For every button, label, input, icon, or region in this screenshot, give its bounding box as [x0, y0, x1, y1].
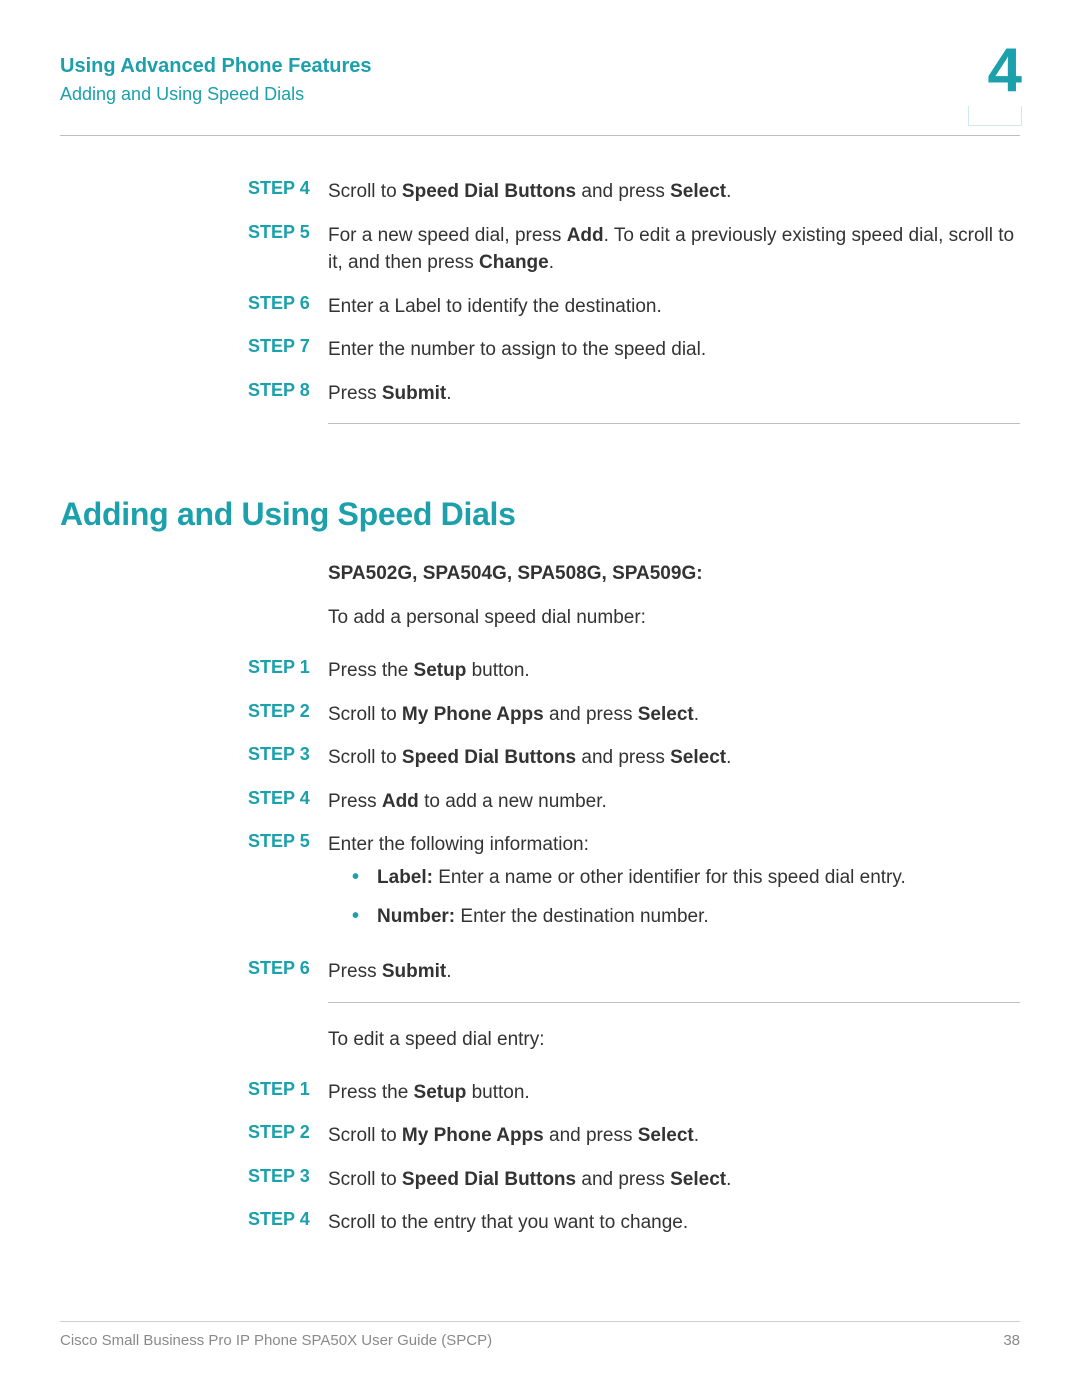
step-text: Press Submit.	[328, 380, 1020, 408]
step-row: STEP 1Press the Setup button.	[248, 657, 1020, 685]
step-list-add: STEP 1Press the Setup button.STEP 2Scrol…	[248, 657, 1020, 985]
bullet-icon: •	[352, 865, 359, 889]
step-label: STEP 1	[248, 657, 328, 685]
step-label: STEP 3	[248, 744, 328, 772]
chapter-title: Using Advanced Phone Features	[60, 55, 1020, 78]
step-row: STEP 1Press the Setup button.	[248, 1079, 1020, 1107]
step-text: Press Add to add a new number.	[328, 788, 1020, 816]
step-label: STEP 5	[248, 831, 328, 942]
step-row: STEP 6Enter a Label to identify the dest…	[248, 293, 1020, 321]
step-text: Scroll to My Phone Apps and press Select…	[328, 1122, 1020, 1150]
step-label: STEP 2	[248, 701, 328, 729]
chapter-decoration	[968, 106, 1022, 126]
step-row: STEP 2Scroll to My Phone Apps and press …	[248, 701, 1020, 729]
step-row: STEP 4Press Add to add a new number.	[248, 788, 1020, 816]
step-text: Press Submit.	[328, 958, 1020, 986]
step-row: STEP 5For a new speed dial, press Add. T…	[248, 222, 1020, 277]
bullet-list: • Label: Enter a name or other identifier…	[352, 865, 1020, 930]
step-label: STEP 4	[248, 788, 328, 816]
intro-add: To add a personal speed dial number:	[328, 607, 1020, 629]
step-text: Scroll to Speed Dial Buttons and press S…	[328, 1166, 1020, 1194]
step-label: STEP 4	[248, 178, 328, 206]
chapter-number: 4	[988, 40, 1022, 102]
step-row: STEP 8Press Submit.	[248, 380, 1020, 408]
step-text: Scroll to the entry that you want to cha…	[328, 1209, 1020, 1237]
step-row: STEP 4Scroll to the entry that you want …	[248, 1209, 1020, 1237]
footer-left: Cisco Small Business Pro IP Phone SPA50X…	[60, 1332, 492, 1349]
step-row: STEP 5Enter the following information:•L…	[248, 831, 1020, 942]
step-text: Scroll to Speed Dial Buttons and press S…	[328, 178, 1020, 206]
page-number: 38	[1003, 1332, 1020, 1349]
step-text: Enter a Label to identify the destinatio…	[328, 293, 1020, 321]
step-row: STEP 2Scroll to My Phone Apps and press …	[248, 1122, 1020, 1150]
bullet-text: Label: Enter a name or other identifier …	[377, 865, 906, 892]
bullet-text: Number: Enter the destination number.	[377, 904, 709, 931]
step-label: STEP 7	[248, 336, 328, 364]
step-text: Scroll to Speed Dial Buttons and press S…	[328, 744, 1020, 772]
step-row: STEP 7Enter the number to assign to the …	[248, 336, 1020, 364]
step-list-top: STEP 4Scroll to Speed Dial Buttons and p…	[248, 178, 1020, 407]
step-label: STEP 1	[248, 1079, 328, 1107]
step-text: Scroll to My Phone Apps and press Select…	[328, 701, 1020, 729]
step-text: Press the Setup button.	[328, 1079, 1020, 1107]
step-text: Enter the following information:•Label: …	[328, 831, 1020, 942]
step-label: STEP 8	[248, 380, 328, 408]
bullet-item: • Label: Enter a name or other identifier…	[352, 865, 1020, 892]
chapter-subtitle: Adding and Using Speed Dials	[60, 84, 1020, 105]
header-rule	[60, 135, 1020, 136]
step-row: STEP 3Scroll to Speed Dial Buttons and p…	[248, 744, 1020, 772]
section-heading: Adding and Using Speed Dials	[60, 496, 1020, 533]
section-divider	[328, 1002, 1020, 1003]
step-label: STEP 5	[248, 222, 328, 277]
step-label: STEP 2	[248, 1122, 328, 1150]
step-label: STEP 3	[248, 1166, 328, 1194]
intro-edit: To edit a speed dial entry:	[328, 1029, 1020, 1051]
step-row: STEP 6Press Submit.	[248, 958, 1020, 986]
step-text: For a new speed dial, press Add. To edit…	[328, 222, 1020, 277]
bullet-item: • Number: Enter the destination number.	[352, 904, 1020, 931]
step-label: STEP 6	[248, 293, 328, 321]
step-text: Enter the number to assign to the speed …	[328, 336, 1020, 364]
step-list-edit: STEP 1Press the Setup button.STEP 2Scrol…	[248, 1079, 1020, 1237]
step-text: Press the Setup button.	[328, 657, 1020, 685]
step-label: STEP 4	[248, 1209, 328, 1237]
step-row: STEP 4Scroll to Speed Dial Buttons and p…	[248, 178, 1020, 206]
step-label: STEP 6	[248, 958, 328, 986]
section-divider	[328, 423, 1020, 424]
models-heading: SPA502G, SPA504G, SPA508G, SPA509G:	[328, 563, 1020, 585]
step-row: STEP 3Scroll to Speed Dial Buttons and p…	[248, 1166, 1020, 1194]
bullet-icon: •	[352, 904, 359, 928]
